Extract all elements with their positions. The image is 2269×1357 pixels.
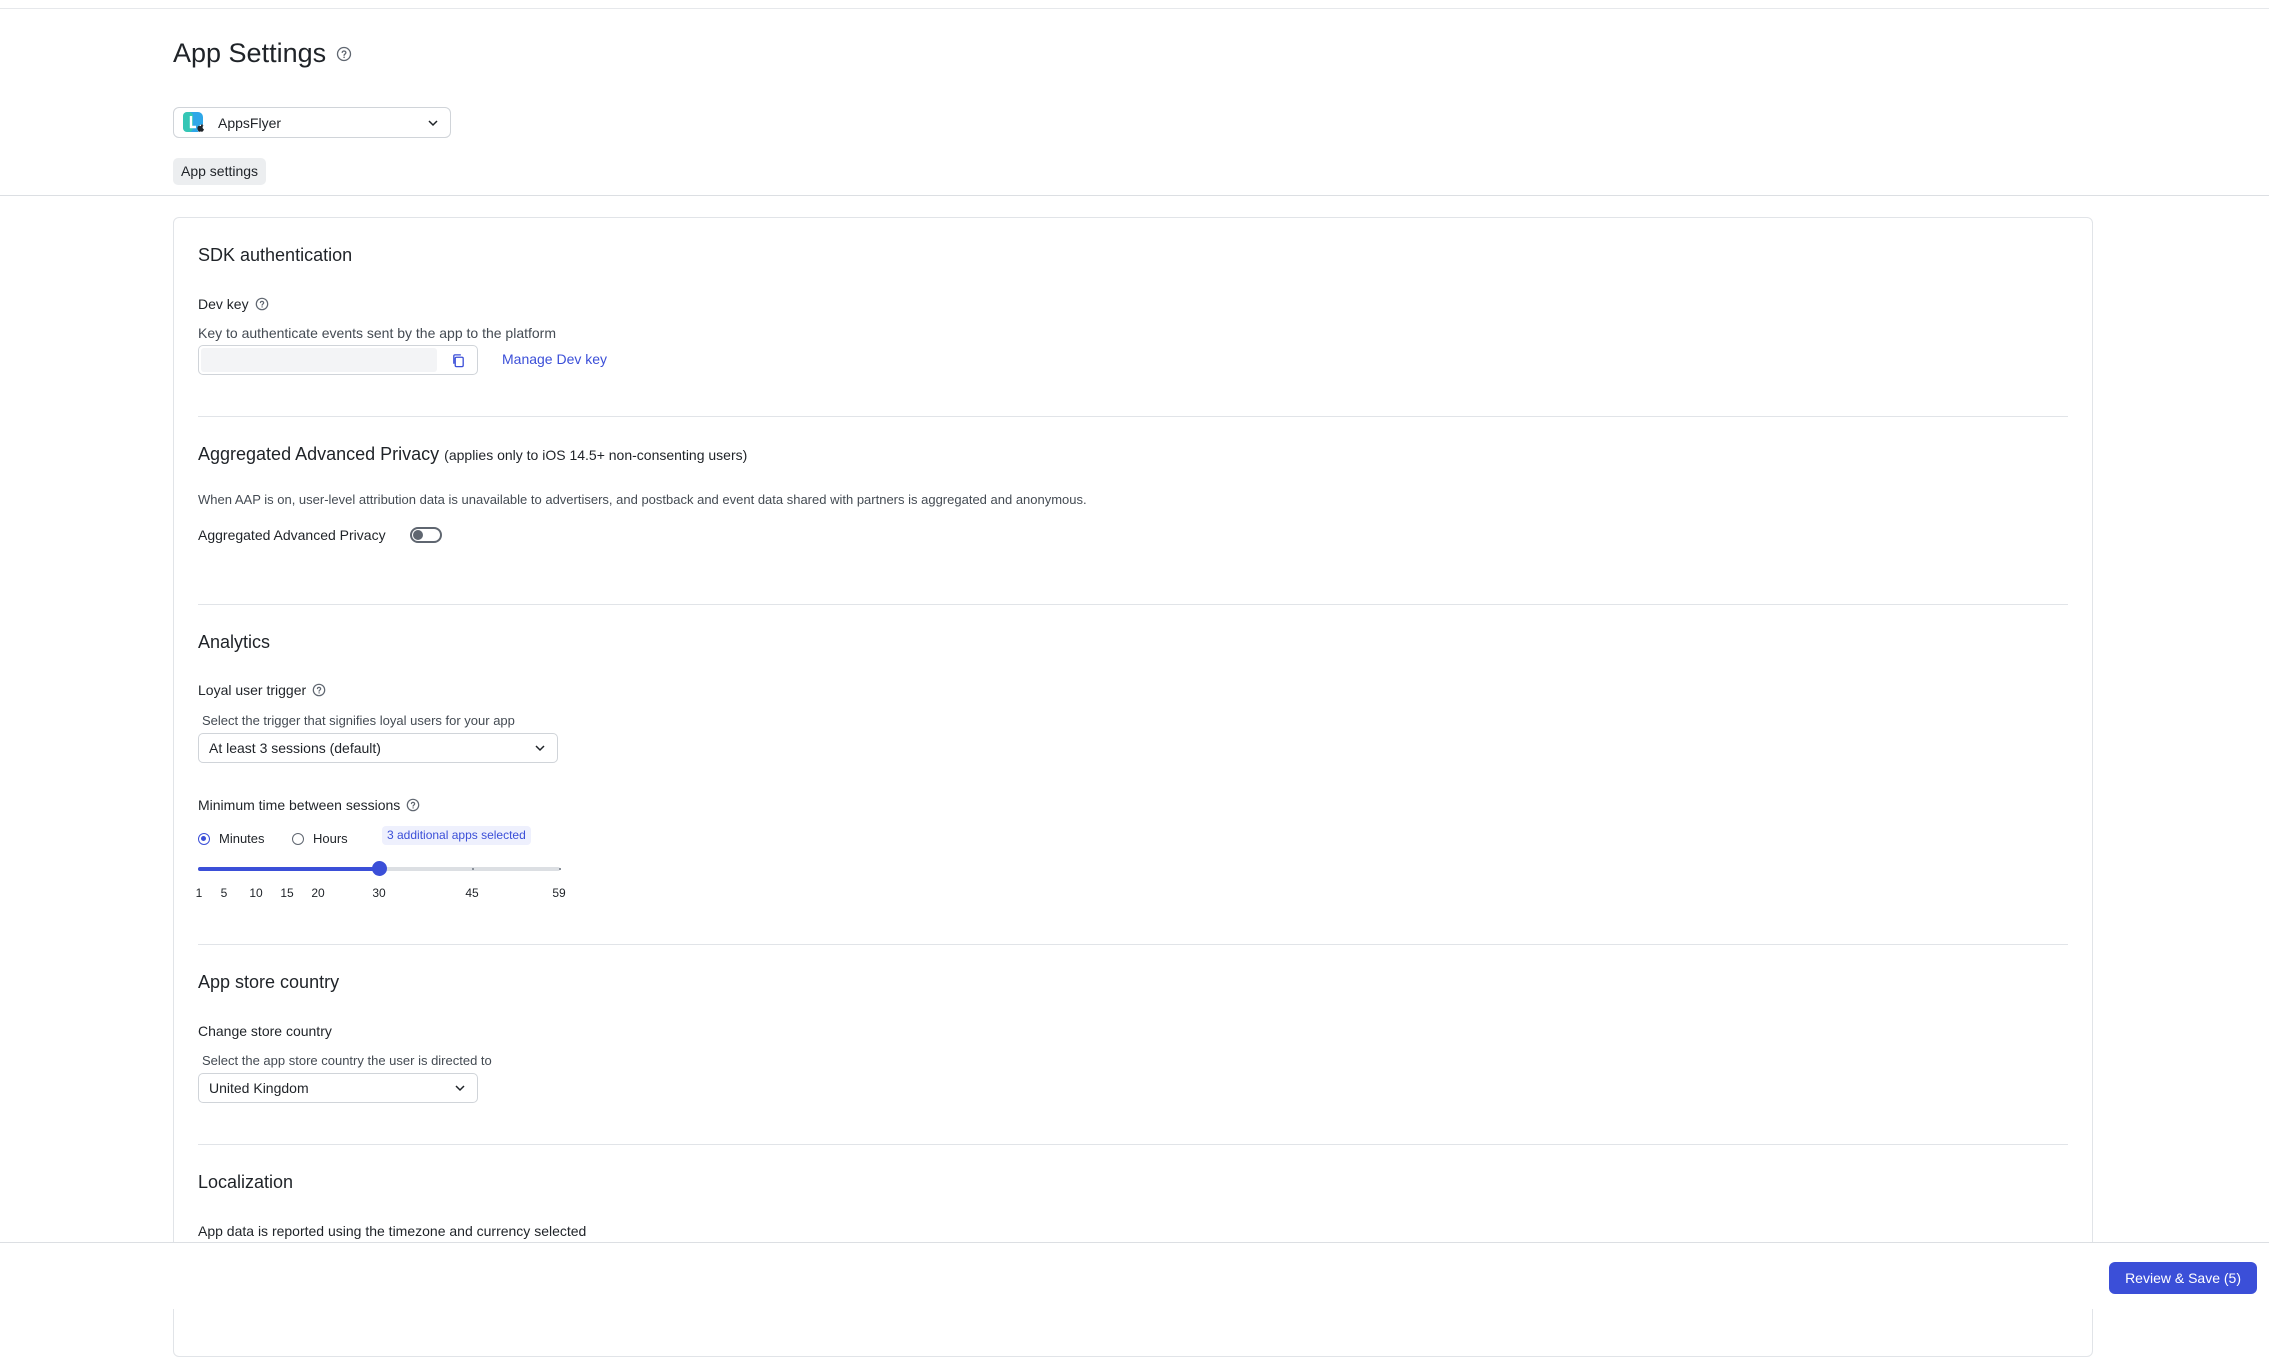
analytics-section-title: Analytics [198,632,271,652]
slider-tick-label: 59 [552,886,566,900]
chevron-down-icon [533,741,547,755]
localization-section-title: Localization [198,1172,294,1192]
chevron-down-icon [426,116,440,130]
aap-toggle[interactable] [410,527,442,543]
toggle-knob [413,530,423,540]
slider-tick-label: 45 [465,886,479,900]
session-time-slider[interactable] [198,861,561,876]
radio-minutes-dot [198,832,210,845]
footer-bar: Review & Save (5) [0,1243,2269,1309]
slider-tick-label: 30 [372,886,386,900]
chevron-down-icon [453,1081,467,1095]
localization-hint: App data is reported using the timezone … [198,1223,587,1239]
settings-card: SDK authentication Dev key Key to authen… [173,217,2093,1357]
aap-section-title: Aggregated Advanced Privacy (applies onl… [198,444,747,465]
section-divider [198,416,2068,417]
slider-tick [471,868,474,870]
slider-thumb[interactable] [372,861,387,876]
store-label: Change store country [198,1023,332,1039]
aap-toggle-label: Aggregated Advanced Privacy [198,527,386,543]
slider-tick [559,868,561,870]
radio-minutes-label: Minutes [219,831,265,846]
additional-apps-badge[interactable]: 3 additional apps selected [382,826,531,845]
min-time-label-text: Minimum time between sessions [198,797,401,813]
radio-hours-dot [292,832,304,845]
slider-tick-label: 20 [311,886,325,900]
section-divider [198,944,2068,945]
aap-description: When AAP is on, user-level attribution d… [198,492,1087,507]
slider-fill [198,867,379,871]
store-country-select[interactable]: United Kingdom [198,1073,478,1103]
radio-hours-label: Hours [313,831,348,846]
section-divider [198,1144,2068,1145]
store-hint: Select the app store country the user is… [202,1053,492,1068]
aap-title-note: (applies only to iOS 14.5+ non-consentin… [444,447,748,463]
help-icon[interactable] [336,46,352,62]
loyal-user-hint: Select the trigger that signifies loyal … [202,713,515,728]
slider-tick-label: 1 [195,886,203,900]
slider-tick-label: 5 [220,886,228,900]
top-divider [0,8,2269,9]
dev-key-field[interactable] [198,345,478,375]
min-time-label: Minimum time between sessions [198,797,420,813]
section-divider [198,604,2068,605]
page-title-text: App Settings [173,38,327,68]
aap-title-text: Aggregated Advanced Privacy [198,444,440,464]
help-icon[interactable] [255,297,269,311]
sdk-section-title: SDK authentication [198,245,353,265]
slider-tick-label: 10 [249,886,263,900]
loyal-user-select-value: At least 3 sessions (default) [209,740,381,756]
dev-key-value [201,348,437,372]
review-save-button[interactable]: Review & Save (5) [2109,1262,2257,1294]
radio-hours[interactable]: Hours [292,831,348,846]
copy-icon[interactable] [439,346,477,374]
dev-key-hint: Key to authenticate events sent by the a… [198,325,557,341]
slider-tick-label: 15 [280,886,294,900]
loyal-user-label-text: Loyal user trigger [198,682,307,698]
app-selector-value: AppsFlyer [218,114,282,131]
app-selector[interactable]: AppsFlyer [173,107,451,138]
store-country-value: United Kingdom [209,1080,309,1096]
help-icon[interactable] [312,683,326,697]
loyal-user-select[interactable]: At least 3 sessions (default) [198,733,558,763]
page-title: App Settings [173,38,352,69]
header-divider [0,195,2269,196]
manage-dev-key-link[interactable]: Manage Dev key [502,351,607,367]
app-logo-icon [182,111,208,135]
dev-key-label: Dev key [198,296,269,312]
radio-minutes[interactable]: Minutes [198,831,265,846]
help-icon[interactable] [406,798,420,812]
dev-key-label-text: Dev key [198,296,249,312]
store-section-title: App store country [198,972,340,992]
loyal-user-label: Loyal user trigger [198,682,326,698]
tab-app-settings[interactable]: App settings [173,158,267,185]
